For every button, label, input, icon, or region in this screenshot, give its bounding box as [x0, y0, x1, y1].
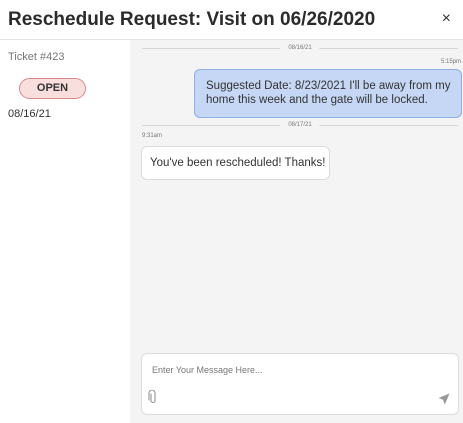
message-timestamp: 9:31am [142, 133, 163, 139]
status-badge: OPEN [19, 78, 86, 99]
date-divider: 08/16/21 [142, 44, 458, 52]
incoming-message: You've been rescheduled! Thanks! [141, 146, 330, 180]
date-divider: 08/17/21 [142, 121, 458, 129]
date-divider-label: 08/16/21 [280, 44, 320, 52]
ticket-number: Ticket #423 [8, 51, 65, 63]
ticket-date: 08/16/21 [8, 108, 51, 120]
date-divider-label: 08/17/21 [280, 121, 320, 129]
dialog-header: Reschedule Request: Visit on 06/26/2020 … [0, 0, 463, 40]
outgoing-message: Suggested Date: 8/23/2021 I'll be away f… [194, 69, 462, 118]
dialog-title: Reschedule Request: Visit on 06/26/2020 [8, 9, 376, 30]
message-composer [141, 353, 459, 415]
close-icon[interactable]: × [442, 11, 451, 27]
message-input[interactable] [152, 362, 442, 378]
send-icon[interactable] [438, 393, 450, 405]
conversation-panel[interactable]: 08/16/21 5:15pm Suggested Date: 8/23/202… [130, 40, 463, 423]
message-timestamp: 5:15pm [440, 59, 461, 65]
ticket-sidebar: Ticket #423 OPEN 08/16/21 [0, 40, 130, 423]
paperclip-icon[interactable] [148, 390, 158, 404]
